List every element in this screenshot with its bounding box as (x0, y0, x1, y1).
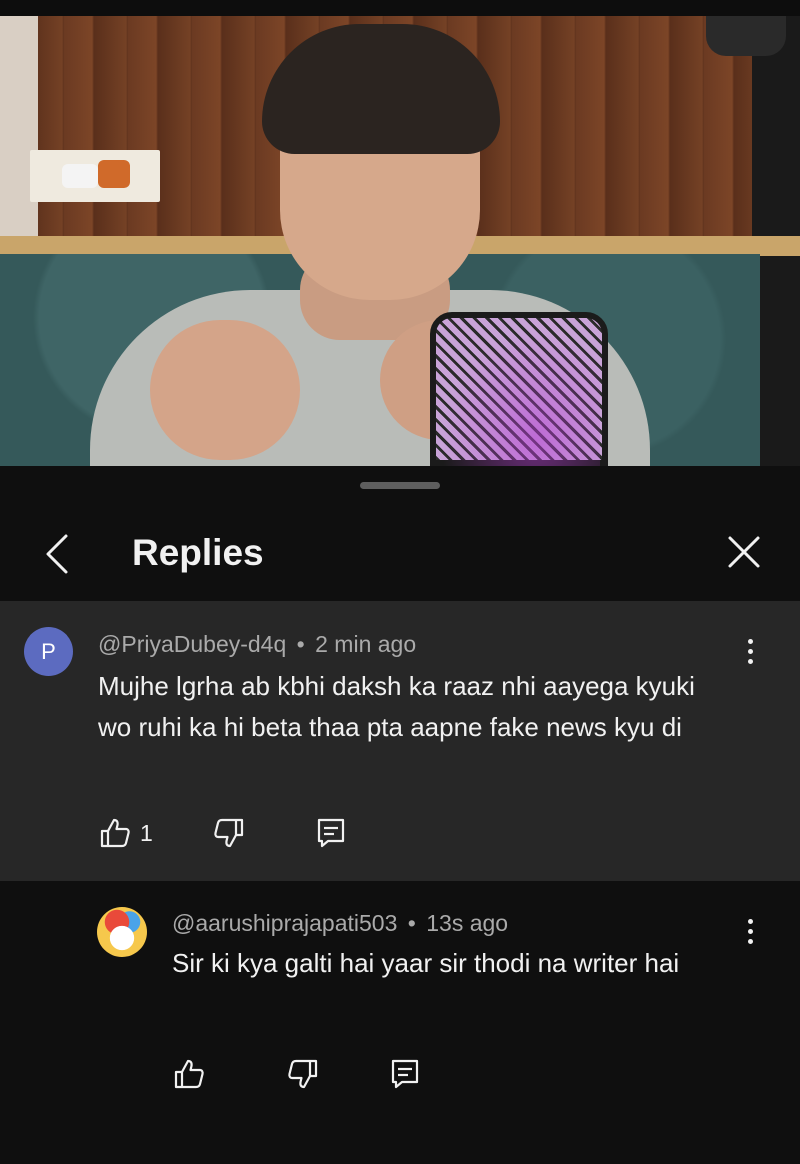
dislike-button[interactable] (212, 813, 246, 853)
thumbs-up-icon (100, 818, 130, 848)
replies-panel: Replies P @PriyaDubey-d4q • 2 min ago Mu… (0, 466, 800, 1164)
video-plug-white (62, 164, 98, 188)
video-wall-edge (0, 16, 38, 246)
parent-comment: P @PriyaDubey-d4q • 2 min ago Mujhe lgrh… (0, 601, 800, 881)
like-count: 1 (140, 819, 153, 846)
more-vert-icon (747, 638, 753, 644)
comment-actions (172, 1054, 432, 1094)
back-button[interactable] (36, 530, 80, 578)
more-vert-dot (747, 938, 753, 944)
comment-author[interactable]: @PriyaDubey-d4q (98, 631, 286, 657)
comment-actions: 1 (98, 813, 358, 853)
dislike-button[interactable] (286, 1054, 320, 1094)
reply-icon (391, 1059, 419, 1089)
video-mic-glow (440, 330, 600, 466)
comment-text: Sir ki kya galti hai yaar sir thodi na w… (172, 948, 680, 978)
more-vert-dot (747, 658, 753, 664)
avatar[interactable] (97, 907, 147, 957)
video-plug-orange (98, 160, 130, 188)
comment-time: 13s ago (426, 910, 509, 936)
comment-author[interactable]: @aarushiprajapati503 (172, 910, 397, 936)
replies-header: Replies (0, 506, 800, 600)
comment-meta: @aarushiprajapati503 • 13s ago (172, 910, 508, 937)
avatar[interactable]: P (24, 627, 73, 676)
top-strip (0, 0, 800, 16)
like-button[interactable]: 1 (98, 813, 153, 853)
more-vert-dot (747, 648, 753, 654)
comment-time: 2 min ago (315, 631, 417, 657)
more-options-button[interactable] (740, 913, 760, 949)
like-button[interactable] (172, 1054, 206, 1094)
more-vert-icon (747, 918, 753, 924)
video-person-hand (150, 320, 300, 460)
thumbs-down-icon (214, 818, 244, 848)
more-vert-dot (747, 928, 753, 934)
close-button[interactable] (722, 530, 766, 574)
close-icon (728, 536, 760, 568)
chevron-left-icon (46, 534, 68, 574)
reply-button[interactable] (314, 813, 348, 853)
meta-separator: • (296, 631, 305, 657)
thumbs-down-icon (288, 1059, 318, 1089)
reply-icon (317, 818, 345, 848)
drag-handle[interactable] (360, 482, 440, 489)
panel-title: Replies (132, 532, 264, 573)
reply-comment: @aarushiprajapati503 • 13s ago Sir ki ky… (0, 881, 800, 1164)
video-player[interactable] (0, 0, 800, 466)
reply-button[interactable] (388, 1054, 422, 1094)
comment-text: Mujhe lgrha ab kbhi daksh ka raaz nhi aa… (98, 671, 695, 742)
avatar-letter: P (41, 638, 56, 664)
video-mic-stand (706, 16, 786, 56)
comment-meta: @PriyaDubey-d4q • 2 min ago (98, 631, 416, 658)
meta-separator: • (407, 910, 416, 936)
more-options-button[interactable] (740, 633, 760, 669)
thumbs-up-icon (174, 1059, 204, 1089)
